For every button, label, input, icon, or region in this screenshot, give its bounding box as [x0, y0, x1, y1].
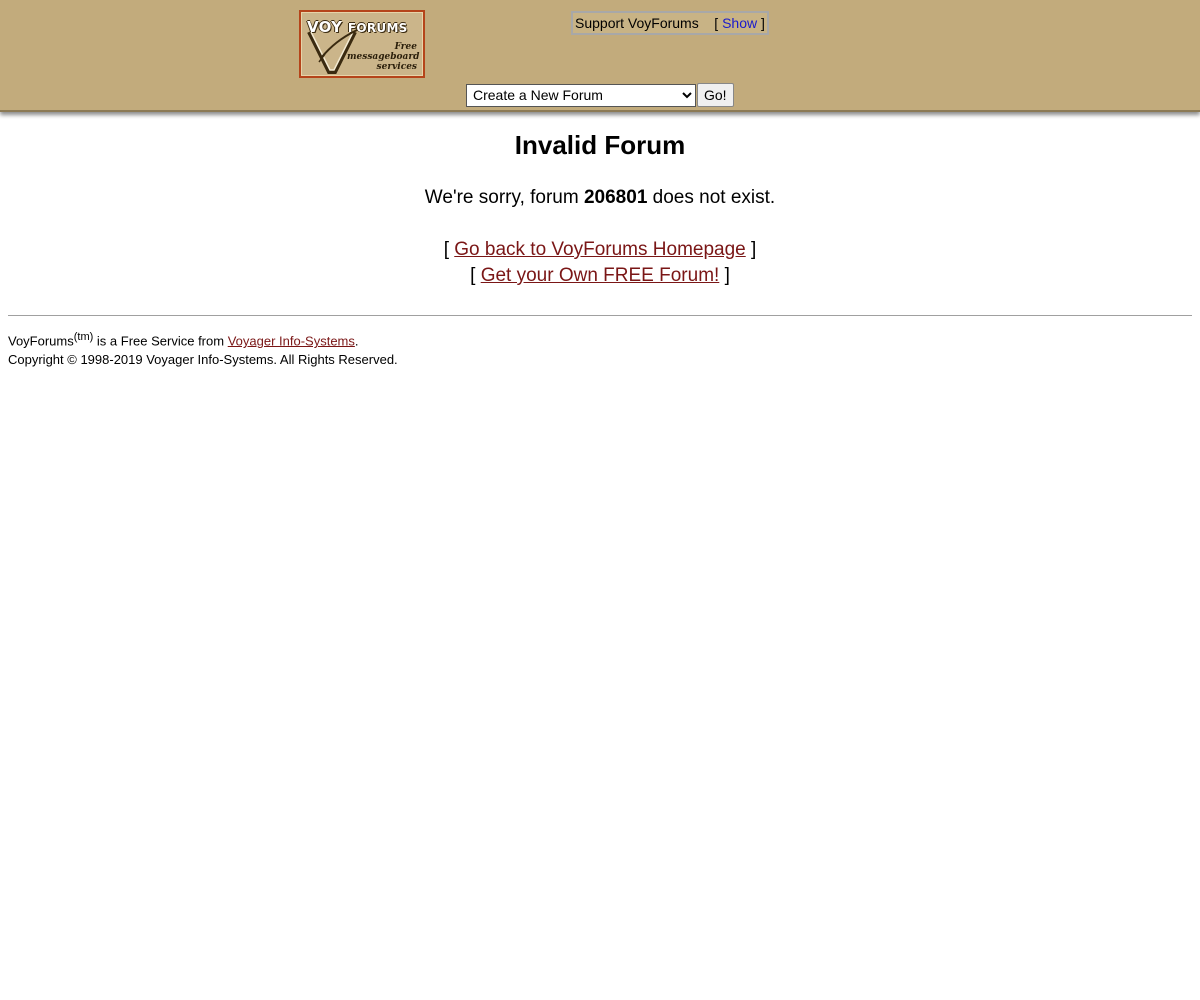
- bracket-close: ]: [761, 15, 765, 31]
- logo-subtitle: Free messageboard services: [347, 42, 420, 72]
- footer-brand: VoyForums: [8, 333, 74, 349]
- bracket-open: [: [714, 15, 719, 31]
- forum-action-select[interactable]: Create a New Forum: [466, 83, 696, 107]
- homepage-link-row: [ Go back to VoyForums Homepage ]: [443, 239, 757, 260]
- go-button[interactable]: Go!: [697, 83, 734, 107]
- service-line: VoyForums(tm) is a Free Service from Voy…: [8, 331, 359, 349]
- logo-title: VOY FORUMS: [307, 18, 408, 36]
- page-title: Invalid Forum: [514, 130, 686, 160]
- trademark: (tm): [73, 331, 94, 343]
- voyforums-logo[interactable]: VOY FORUMS Free messageboard services: [299, 10, 425, 78]
- site-header: VOY FORUMS Free messageboard services Su…: [0, 0, 1200, 112]
- support-voyforums-box: Support VoyForums [ Show ]: [571, 11, 769, 35]
- error-message-prefix: We're sorry, forum: [424, 187, 579, 208]
- homepage-link[interactable]: Go back to VoyForums Homepage: [454, 239, 745, 260]
- error-message: We're sorry, forum 206801 does not exist…: [0, 185, 1200, 211]
- support-label: Support VoyForums: [575, 15, 699, 31]
- service-text: is a Free Service from: [96, 333, 225, 349]
- error-message-suffix: does not exist.: [652, 187, 776, 208]
- action-links: [ Go back to VoyForums Homepage ] [ Get …: [0, 237, 1200, 289]
- main-content: Invalid Forum We're sorry, forum 206801 …: [0, 128, 1200, 289]
- voyager-info-systems-link[interactable]: Voyager Info-Systems: [228, 333, 355, 348]
- forum-action-form: Create a New Forum Go!: [466, 83, 734, 107]
- site-footer: VoyForums(tm) is a Free Service from Voy…: [8, 328, 1192, 369]
- copyright-text: Copyright © 1998-2019 Voyager Info-Syste…: [8, 352, 398, 368]
- show-support-link[interactable]: Show: [722, 15, 757, 31]
- free-forum-link-row: [ Get your Own FREE Forum! ]: [470, 265, 730, 286]
- free-forum-link[interactable]: Get your Own FREE Forum!: [481, 265, 720, 286]
- footer-divider: [8, 315, 1192, 316]
- forum-id: 206801: [583, 187, 648, 208]
